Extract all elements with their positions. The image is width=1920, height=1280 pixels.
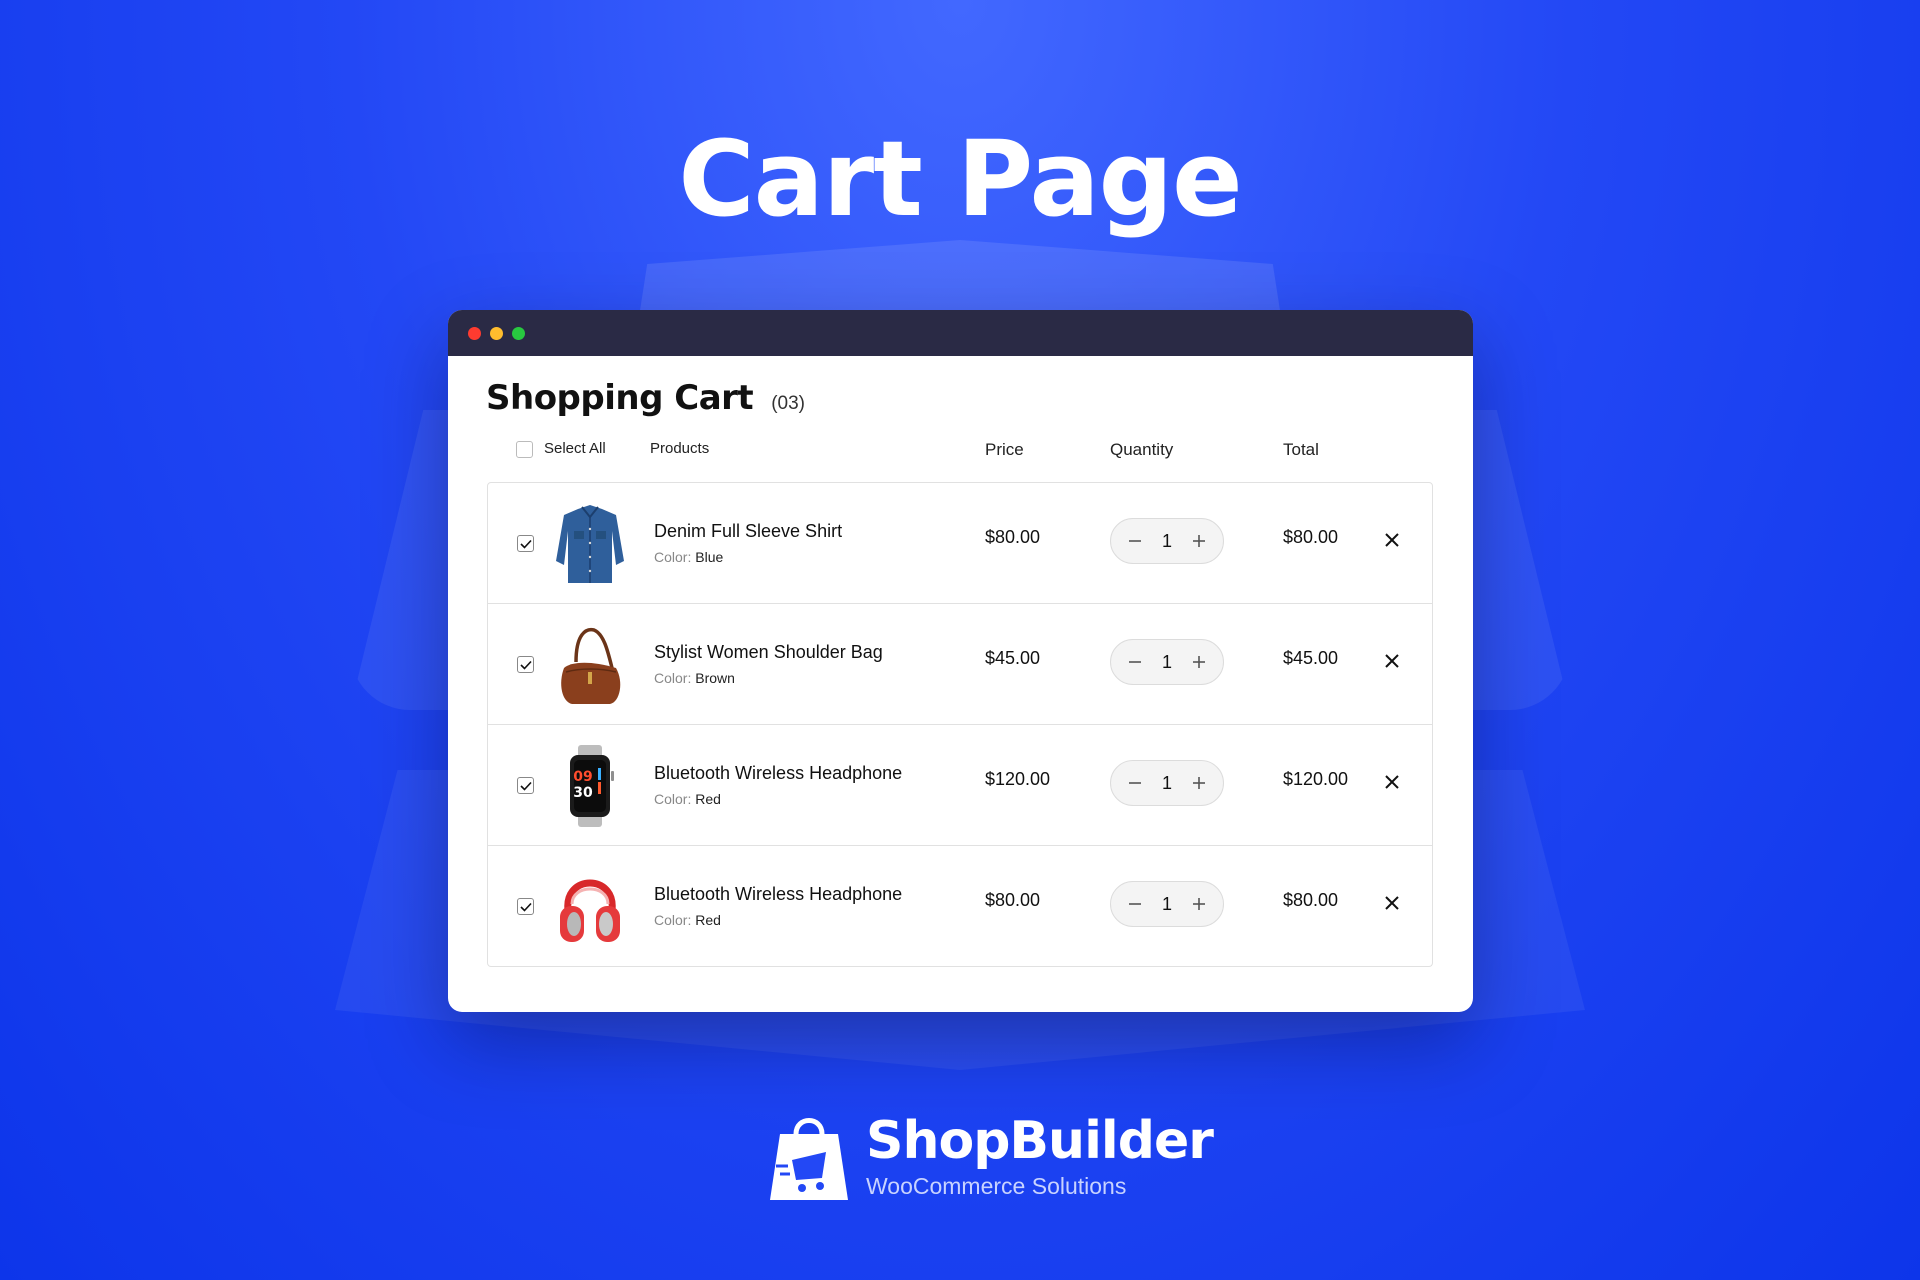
variant-label: Color: [654,670,692,686]
cart-item-row: Denim Full Sleeve Shirt Color: Blue $80.… [487,482,1433,604]
select-all-label: Select All [544,440,606,457]
remove-item-icon[interactable] [1383,531,1401,549]
product-price: $80.00 [985,527,1041,547]
variant-value: Red [695,791,721,807]
quantity-value[interactable]: 1 [1162,773,1172,794]
item-checkbox[interactable] [517,656,534,673]
decrease-quantity-button[interactable] [1127,654,1143,670]
quantity-stepper: 1 [1110,639,1224,685]
plus-icon [1192,535,1205,547]
product-price: $45.00 [985,648,1041,668]
headphones-image [560,879,620,942]
decrease-quantity-button[interactable] [1127,775,1143,791]
column-header-products: Products [650,440,710,457]
line-total: $45.00 [1283,648,1339,668]
close-window-dot[interactable] [468,326,481,340]
increase-quantity-button[interactable] [1191,896,1207,912]
quantity-stepper: 1 [1110,760,1224,806]
brand-name: ShopBuilder [866,1110,1214,1171]
product-name[interactable]: Stylist Women Shoulder Bag [654,642,883,663]
remove-item-icon[interactable] [1383,894,1401,912]
product-name[interactable]: Bluetooth Wireless Headphone [654,884,902,905]
remove-item-icon[interactable] [1383,652,1401,670]
plus-icon [1192,898,1205,910]
decrease-quantity-button[interactable] [1127,533,1143,549]
item-checkbox[interactable] [517,535,534,552]
maximize-window-dot[interactable] [512,326,525,340]
cart-items-list: Denim Full Sleeve Shirt Color: Blue $80.… [487,482,1433,967]
cart-item-row: Stylist Women Shoulder Bag Color: Brown … [487,604,1433,725]
product-name[interactable]: Bluetooth Wireless Headphone [654,763,902,784]
quantity-stepper: 1 [1110,518,1224,564]
cart-item-row: Bluetooth Wireless Headphone Color: Red … [487,846,1433,967]
smartwatch-image: 09 30 [570,745,614,827]
watch-hour: 09 [573,769,592,785]
column-header-price: Price [985,440,1024,459]
quantity-value[interactable]: 1 [1162,894,1172,915]
plus-icon [1192,656,1205,668]
minus-icon [1129,540,1141,542]
denim-shirt-image [556,505,624,583]
variant-value: Brown [695,670,735,686]
minus-icon [1129,661,1141,663]
brand-tagline: WooCommerce Solutions [866,1172,1127,1199]
plus-icon [1192,777,1205,789]
watch-minute: 30 [573,785,593,801]
line-total: $80.00 [1283,890,1339,910]
select-all-checkbox[interactable] [516,441,533,458]
checkmark-icon [519,781,532,791]
cart-title: Shopping Cart [486,378,754,418]
product-variant: Color: Brown [654,670,735,686]
column-header-total: Total [1283,440,1319,459]
product-variant: Color: Blue [654,549,723,565]
product-name[interactable]: Denim Full Sleeve Shirt [654,521,842,542]
browser-window: Shopping Cart (03) Select All Products P… [448,310,1473,1012]
increase-quantity-button[interactable] [1191,775,1207,791]
quantity-value[interactable]: 1 [1162,652,1172,673]
remove-item-icon[interactable] [1383,773,1401,791]
line-total: $120.00 [1283,769,1349,789]
shopping-bag-cart-logo-icon [770,1118,848,1200]
cart-header: Shopping Cart (03) [486,378,805,418]
minus-icon [1129,903,1141,905]
minus-icon [1129,782,1141,784]
increase-quantity-button[interactable] [1191,654,1207,670]
line-total: $80.00 [1283,527,1339,547]
minimize-window-dot[interactable] [490,326,503,340]
checkmark-icon [519,660,532,670]
brand-logo: ShopBuilder WooCommerce Solutions [768,1108,1214,1206]
product-price: $80.00 [985,890,1041,910]
cart-count: (03) [771,393,805,414]
column-header-quantity: Quantity [1110,440,1174,459]
shoulder-bag-image [561,627,621,704]
variant-value: Red [695,912,721,928]
increase-quantity-button[interactable] [1191,533,1207,549]
product-variant: Color: Red [654,791,721,807]
window-titlebar [448,310,1473,356]
cart-item-row: 09 30 Bluetooth Wireless Headphone Color… [487,725,1433,846]
variant-label: Color: [654,549,692,565]
quantity-stepper: 1 [1110,881,1224,927]
brand-text: ShopBuilder WooCommerce Solutions [866,1110,1214,1200]
product-variant: Color: Red [654,912,721,928]
variant-label: Color: [654,791,692,807]
variant-label: Color: [654,912,692,928]
checkmark-icon [519,902,532,912]
item-checkbox[interactable] [517,777,534,794]
hero-title: Cart Page [678,118,1242,240]
checkmark-icon [519,539,532,549]
product-price: $120.00 [985,769,1051,789]
decrease-quantity-button[interactable] [1127,896,1143,912]
variant-value: Blue [695,549,724,565]
quantity-value[interactable]: 1 [1162,531,1172,552]
item-checkbox[interactable] [517,898,534,915]
